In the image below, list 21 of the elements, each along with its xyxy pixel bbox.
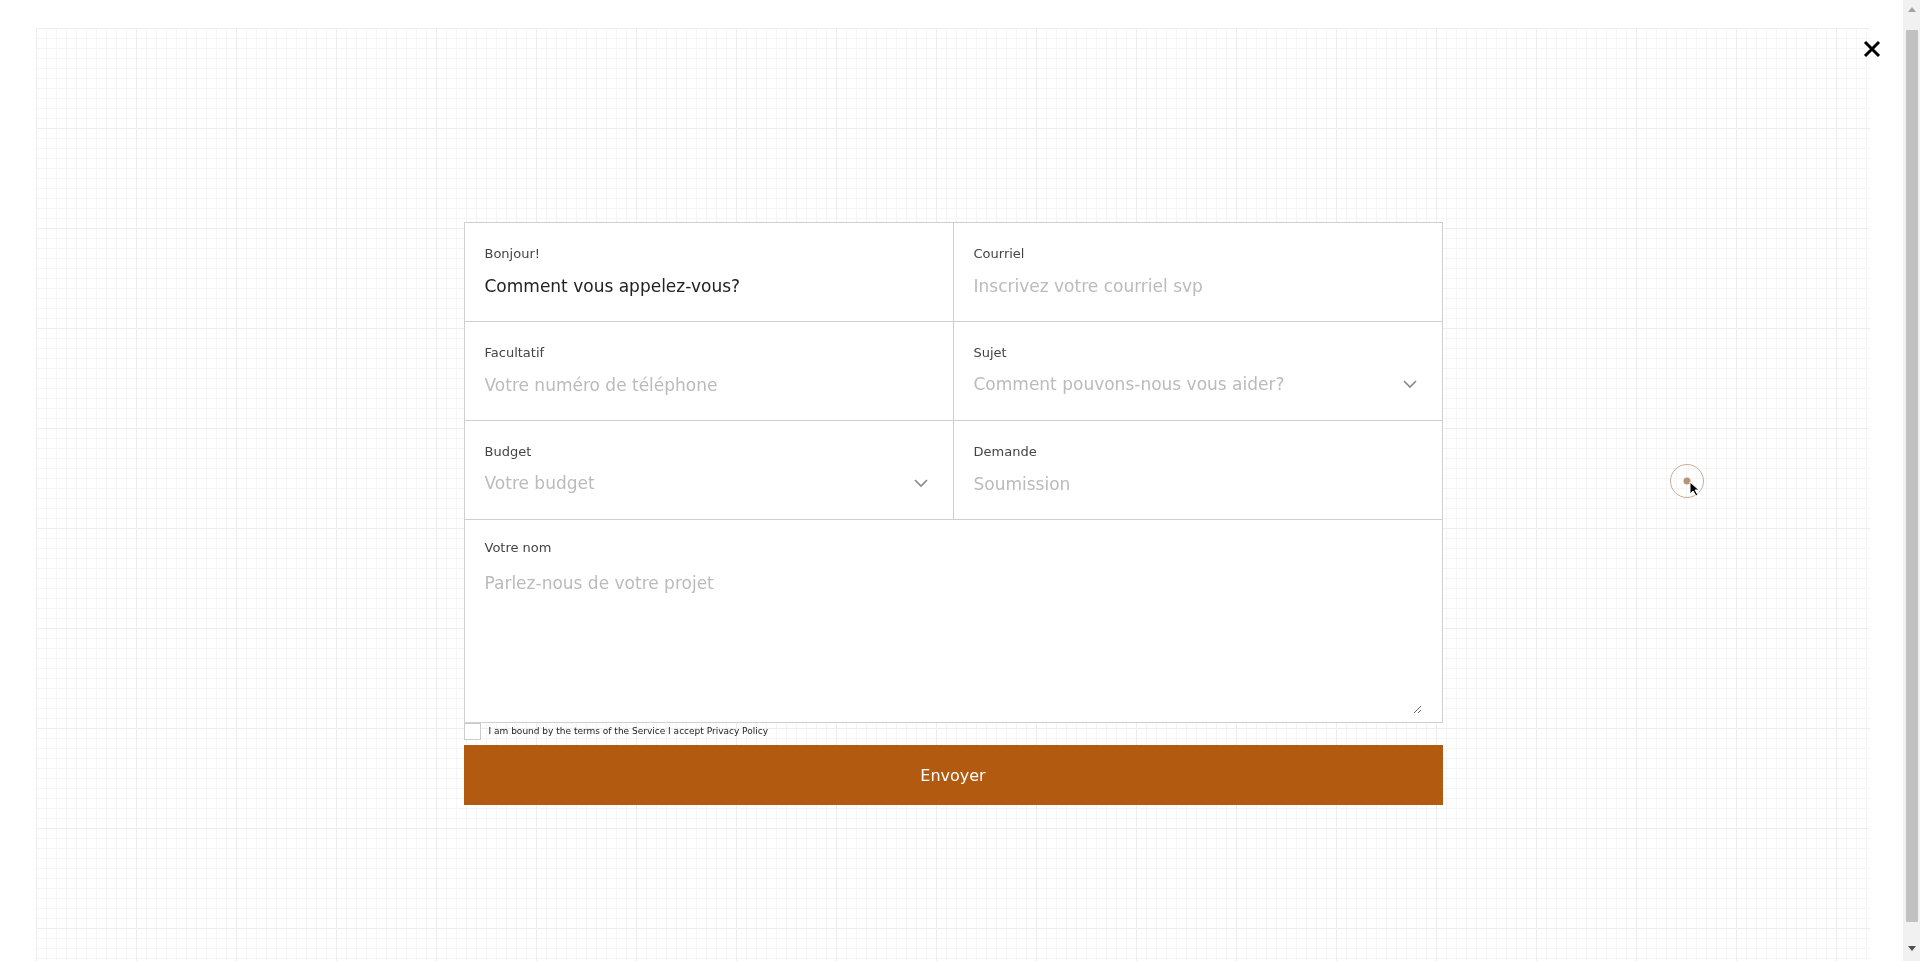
field-label: Votre nom [484, 540, 553, 555]
consent-text: I am bound by the terms of the Service I accept Privacy Policy [488, 726, 768, 736]
chevron-down-icon [1401, 379, 1418, 389]
submit-button[interactable]: Envoyer [463, 745, 1443, 805]
field-label: Bonjour! [484, 246, 540, 261]
message-box[interactable]: Votre nom Parlez-nous de votre projet [464, 520, 1442, 722]
close-icon [1863, 40, 1881, 58]
consent-checkbox[interactable] [463, 723, 481, 740]
chevron-down-icon [912, 478, 929, 488]
input-field[interactable]: Comment vous appelez-vous? [484, 276, 933, 296]
input-field[interactable]: Soumission [973, 474, 1422, 494]
input-field[interactable]: Votre numéro de téléphone [484, 375, 933, 395]
field-label: Budget [484, 444, 532, 459]
field-label: Demande [973, 444, 1037, 459]
field-label: Facultatif [484, 345, 545, 360]
message-field[interactable]: Parlez-nous de votre projet [484, 573, 1422, 714]
scroll-up-icon[interactable] [1907, 7, 1916, 12]
scroll-down-icon[interactable] [1907, 946, 1916, 951]
field-label: Courriel [973, 246, 1025, 261]
field-label: Sujet [973, 345, 1007, 360]
input-field[interactable]: Inscrivez votre courriel svp [973, 276, 1422, 296]
